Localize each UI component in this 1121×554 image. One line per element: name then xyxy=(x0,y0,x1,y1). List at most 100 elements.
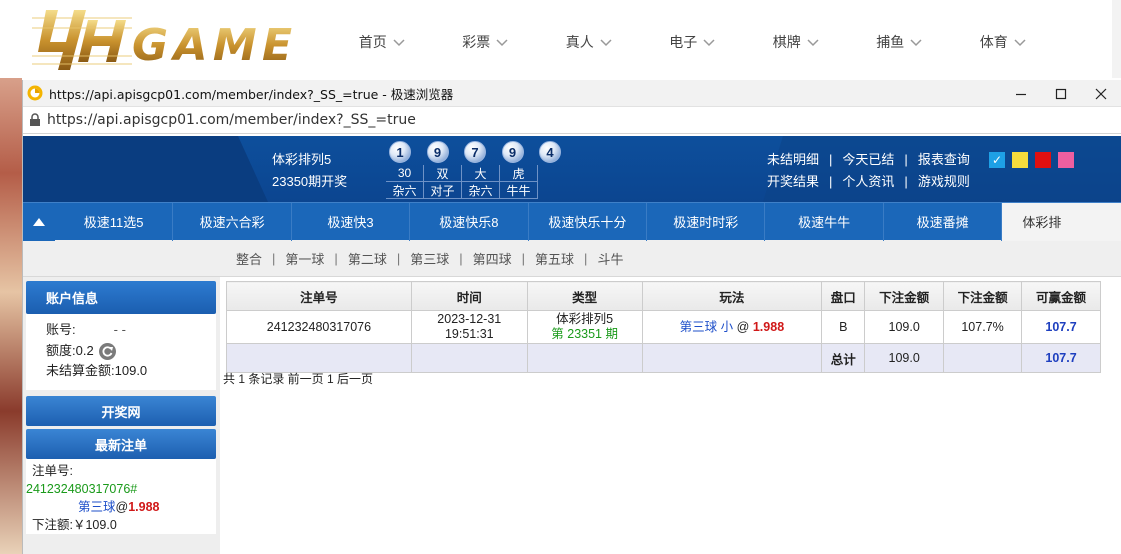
close-icon xyxy=(1095,88,1107,99)
result-ball: 1 xyxy=(389,141,411,163)
subtab[interactable]: 整合 xyxy=(236,249,262,268)
stat-cell: 杂六 xyxy=(462,182,500,199)
theme-yellow[interactable] xyxy=(1012,152,1028,168)
result-ball: 9 xyxy=(426,141,449,163)
cell-play-option: 小 xyxy=(720,319,734,334)
col-play: 玩法 xyxy=(641,281,823,311)
result-stats: 30 双 大 虎 杂六 对子 杂六 牛牛 xyxy=(386,165,538,199)
table-row: 241232480317076 2023-12-31 19:51:31 体彩排列5… xyxy=(226,310,1101,344)
subtab[interactable]: 第三球 xyxy=(410,249,449,268)
nav-sports[interactable]: 体育 xyxy=(951,30,1055,54)
total-win: 107.7 xyxy=(1021,343,1101,373)
nav-label: 彩票 xyxy=(462,35,491,51)
theme-blue[interactable]: ✓ xyxy=(989,152,1005,168)
total-empty xyxy=(943,343,1023,373)
subtab[interactable]: 第一球 xyxy=(285,249,324,268)
table-header-row: 注单号 时间 类型 玩法 盘口 下注金额 下注金额 可赢金额 xyxy=(226,281,1101,311)
site-nav: 首页 彩票 真人 电子 棋牌 捕鱼 体育 xyxy=(330,30,1055,54)
col-time: 时间 xyxy=(410,281,528,311)
cell-period: 第 23351 期 xyxy=(551,327,618,341)
latest-odds: 1.988 xyxy=(128,500,160,514)
result-balls: 1 9 7 9 4 xyxy=(389,141,577,163)
minimize-button[interactable] xyxy=(1001,80,1041,107)
tab-game-active[interactable]: 体彩排 xyxy=(1002,202,1121,241)
nav-slots[interactable]: 电子 xyxy=(641,30,745,54)
total-empty xyxy=(641,343,823,373)
latest-at: @ xyxy=(115,500,129,514)
stat-cell: 大 xyxy=(462,165,500,182)
site-logo[interactable]: GAME xyxy=(32,6,294,72)
scroll-strip xyxy=(1112,0,1121,78)
tab-game[interactable]: 极速牛牛 xyxy=(765,202,884,241)
cell-type-name: 体彩排列5 xyxy=(556,312,614,326)
latest-bets-button[interactable]: 最新注单 xyxy=(26,429,216,459)
lock-icon xyxy=(30,113,40,126)
cell-amount: 109.0 xyxy=(864,310,945,344)
nav-live[interactable]: 真人 xyxy=(537,30,641,54)
chevron-down-icon xyxy=(393,39,405,47)
tab-game[interactable]: 极速番摊 xyxy=(884,202,1003,241)
stat-cell: 对子 xyxy=(424,182,462,199)
latest-amount-line: 下注额:￥109.0 xyxy=(32,516,216,534)
latest-order-label: 注单号: xyxy=(32,464,73,478)
subtab[interactable]: 斗牛 xyxy=(597,249,623,268)
address-bar[interactable]: https://api.apisgcp01.com/member/index?_… xyxy=(23,107,1121,134)
triangle-up-icon xyxy=(32,217,45,226)
window-title: https://api.apisgcp01.com/member/index?_… xyxy=(49,86,454,102)
cell-play-name: 第三球 xyxy=(679,319,718,334)
stat-cell: 杂六 xyxy=(386,182,424,199)
separator: | xyxy=(584,250,588,266)
result-ball: 7 xyxy=(464,141,486,163)
stat-cell: 虎 xyxy=(500,165,538,182)
draw-site-button[interactable]: 开奖网 xyxy=(26,396,216,426)
total-label: 总计 xyxy=(821,343,866,373)
col-amount: 下注金额 xyxy=(864,281,945,311)
stat-cell: 双 xyxy=(424,165,462,182)
maximize-button[interactable] xyxy=(1041,80,1081,107)
lottery-header: 体彩排列5 23350期开奖 1 9 7 9 4 30 双 大 虎 杂六 对子 … xyxy=(23,136,1121,202)
refresh-icon[interactable] xyxy=(98,342,116,360)
collapse-button[interactable] xyxy=(23,202,55,241)
separator: | xyxy=(904,174,908,189)
link-unsettled[interactable]: 未结明细 xyxy=(767,149,819,171)
theme-red[interactable] xyxy=(1035,152,1051,168)
link-results[interactable]: 开奖结果 xyxy=(767,171,819,193)
header-links: 未结明细 | 今天已结 | 报表查询 开奖结果 | 个人资讯 | 游戏规则 xyxy=(767,149,970,193)
refresh-glyph xyxy=(102,345,113,357)
link-today-settled[interactable]: 今天已结 xyxy=(842,149,894,171)
result-ball: 9 xyxy=(501,141,524,163)
maximize-icon xyxy=(1055,88,1067,99)
subtab[interactable]: 第五球 xyxy=(535,249,574,268)
theme-picker: ✓ xyxy=(989,152,1081,168)
tab-game[interactable]: 极速快乐十分 xyxy=(529,202,648,241)
lottery-name: 体彩排列5 xyxy=(272,152,332,167)
tab-game[interactable]: 极速六合彩 xyxy=(173,202,292,241)
separator: | xyxy=(396,250,401,266)
tab-game[interactable]: 极速11选5 xyxy=(55,202,174,241)
browser-logo-icon xyxy=(27,85,43,101)
chevron-down-icon xyxy=(910,39,922,47)
tab-game[interactable]: 极速快乐8 xyxy=(410,202,529,241)
window-titlebar[interactable]: https://api.apisgcp01.com/member/index?_… xyxy=(23,80,1121,107)
account-info-panel: 账号: - - 额度:0.2 未结算金额:109.0 xyxy=(26,314,216,390)
unsettled-label: 未结算金额: xyxy=(46,363,115,378)
account-info-header: 账户信息 xyxy=(26,281,216,314)
nav-label: 真人 xyxy=(565,35,594,51)
nav-fishing[interactable]: 捕鱼 xyxy=(848,30,952,54)
latest-order-no: 241232480317076# xyxy=(26,482,138,496)
pagination[interactable]: 共 1 条记录 前一页 1 后一页 xyxy=(223,370,373,387)
chevron-down-icon xyxy=(600,39,612,47)
theme-pink[interactable] xyxy=(1058,152,1074,168)
quota-value: 0.2 xyxy=(75,342,94,358)
tab-game[interactable]: 极速快3 xyxy=(292,202,411,241)
subtab[interactable]: 第二球 xyxy=(348,249,387,268)
nav-cards[interactable]: 棋牌 xyxy=(744,30,848,54)
nav-lottery[interactable]: 彩票 xyxy=(434,30,538,54)
link-report[interactable]: 报表查询 xyxy=(918,149,970,171)
nav-home[interactable]: 首页 xyxy=(330,30,434,54)
link-rules[interactable]: 游戏规则 xyxy=(918,171,970,193)
close-button[interactable] xyxy=(1081,80,1121,107)
subtab[interactable]: 第四球 xyxy=(473,249,512,268)
link-profile[interactable]: 个人资讯 xyxy=(842,171,894,193)
tab-game[interactable]: 极速时时彩 xyxy=(647,202,766,241)
